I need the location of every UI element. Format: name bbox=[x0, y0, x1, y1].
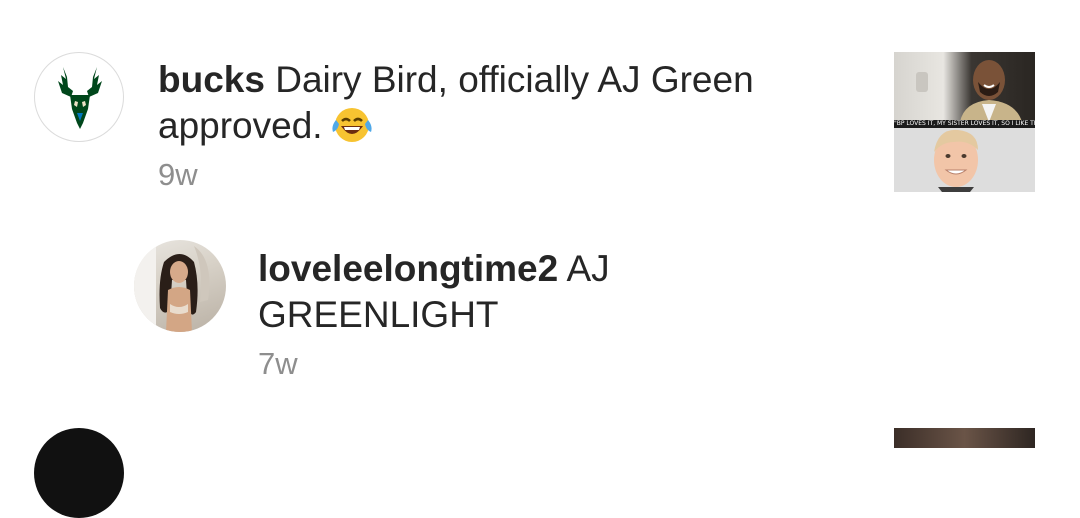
bucks-logo-icon bbox=[58, 67, 102, 129]
bucks-avatar[interactable] bbox=[34, 52, 124, 142]
post-thumbnail[interactable]: "BP LOVES IT, MY SISTER LOVES IT, SO I L… bbox=[894, 52, 1035, 192]
comment-body: bucks Dairy Bird, officially AJ Green ap… bbox=[158, 57, 798, 155]
user-avatar-photo bbox=[134, 240, 210, 332]
reply-username[interactable]: loveleelongtime2 bbox=[258, 248, 558, 289]
thumbnail-caption: "BP LOVES IT, MY SISTER LOVES IT, SO I L… bbox=[894, 120, 1035, 128]
user-avatar[interactable] bbox=[134, 240, 226, 332]
reply-timestamp: 7w bbox=[258, 346, 298, 381]
comment-timestamp: 9w bbox=[158, 157, 198, 192]
next-post-thumbnail[interactable] bbox=[894, 428, 1035, 448]
comment-username[interactable]: bucks bbox=[158, 59, 265, 100]
laughing-emoji-icon bbox=[329, 104, 375, 155]
reply-body: loveleelongtime2 AJ GREENLIGHT bbox=[258, 246, 778, 338]
